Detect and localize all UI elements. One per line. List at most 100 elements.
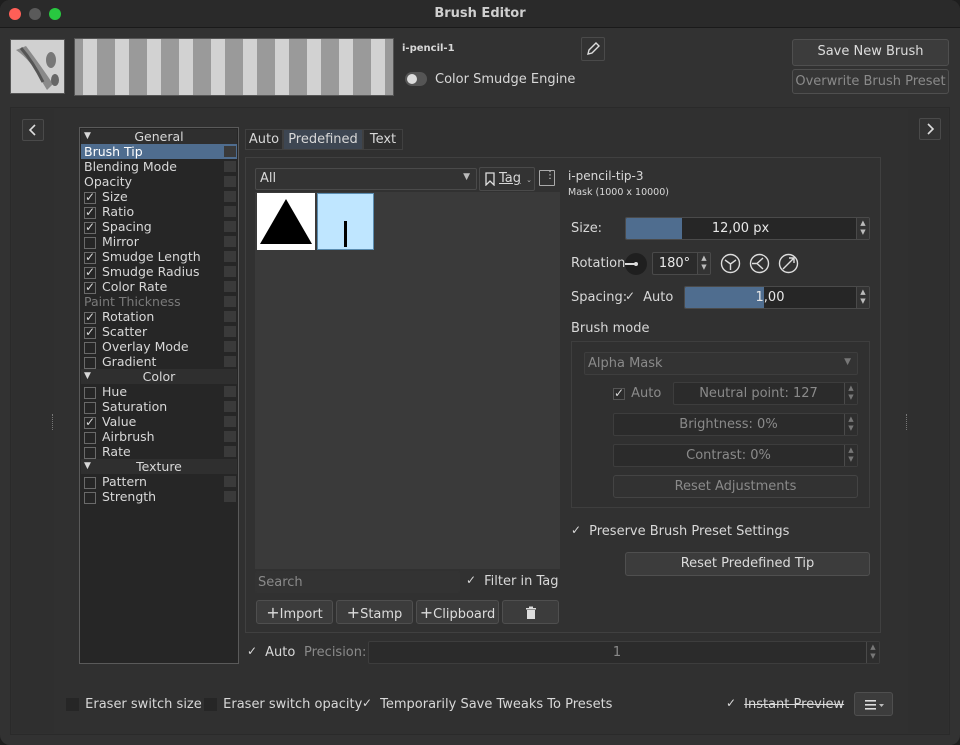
size-slider[interactable]: 12,00 px ▲ ▼: [625, 217, 870, 240]
options-item-checkbox[interactable]: [84, 250, 96, 265]
lock-option-icon[interactable]: [224, 191, 236, 202]
options-item[interactable]: Color Rate: [81, 279, 237, 295]
lock-option-icon[interactable]: [224, 416, 236, 427]
flip-x-button[interactable]: [720, 253, 741, 274]
instant-preview-checkbox[interactable]: Instant Preview: [726, 696, 844, 713]
options-item-checkbox[interactable]: [84, 310, 96, 325]
neutral-point-slider[interactable]: Neutral point: 127 ▲ ▼: [673, 382, 858, 405]
lock-option-icon[interactable]: [224, 491, 236, 502]
options-item[interactable]: Rotation: [81, 309, 237, 325]
options-item-checkbox[interactable]: [84, 356, 96, 369]
right-splitter-handle[interactable]: [906, 414, 909, 430]
options-item[interactable]: Spacing: [81, 219, 237, 235]
options-item-checkbox[interactable]: [84, 220, 96, 235]
left-splitter-handle[interactable]: [52, 414, 55, 430]
tip-search-input[interactable]: Search: [255, 571, 460, 593]
options-item-checkbox[interactable]: [84, 431, 96, 444]
lock-option-icon[interactable]: [224, 341, 236, 352]
tag-filter-select[interactable]: All ▼: [255, 168, 477, 190]
lock-option-icon[interactable]: [224, 296, 236, 307]
contrast-spin-arrows[interactable]: ▲ ▼: [844, 445, 857, 466]
info-toggle-button[interactable]: ⋮: [539, 170, 555, 186]
collapse-left-button[interactable]: [22, 119, 44, 141]
lock-option-icon[interactable]: [224, 176, 236, 187]
lock-option-icon[interactable]: [224, 386, 236, 397]
lock-option-icon[interactable]: [224, 356, 236, 367]
brush-options-list[interactable]: ▼ GeneralBrush TipBlending ModeOpacitySiz…: [79, 127, 239, 664]
options-item[interactable]: Scatter: [81, 324, 237, 340]
lock-option-icon[interactable]: [224, 476, 236, 487]
options-item[interactable]: Blending Mode: [81, 159, 237, 174]
lock-option-icon[interactable]: [224, 266, 236, 277]
options-item[interactable]: Ratio: [81, 204, 237, 220]
precision-auto-checkbox[interactable]: Auto: [247, 644, 295, 661]
options-item-checkbox[interactable]: [84, 386, 96, 399]
stamp-tip-button[interactable]: +Stamp: [336, 600, 413, 624]
clipboard-tip-button[interactable]: +Clipboard: [416, 600, 499, 624]
options-item[interactable]: Overlay Mode: [81, 339, 237, 354]
options-item[interactable]: Hue: [81, 384, 237, 399]
options-item[interactable]: Size: [81, 189, 237, 205]
lock-option-icon[interactable]: [224, 236, 236, 247]
lock-option-icon[interactable]: [224, 431, 236, 442]
options-item-checkbox[interactable]: [84, 190, 96, 205]
spacing-slider[interactable]: 1,00 ▲ ▼: [684, 286, 870, 309]
options-item[interactable]: Airbrush: [81, 429, 237, 444]
options-item[interactable]: Pattern: [81, 474, 237, 489]
precision-spin-arrows[interactable]: ▲ ▼: [866, 642, 879, 663]
options-item[interactable]: Smudge Radius: [81, 264, 237, 280]
brush-mode-select[interactable]: Alpha Mask ▼: [584, 352, 858, 375]
options-item[interactable]: Rate: [81, 444, 237, 459]
tip-item-triangle[interactable]: [257, 193, 315, 250]
neutral-auto-checkbox[interactable]: Auto: [613, 386, 661, 401]
brightness-slider[interactable]: Brightness: 0% ▲ ▼: [613, 413, 858, 436]
lock-option-icon[interactable]: [224, 251, 236, 262]
collapse-triangle-icon[interactable]: ▼: [84, 129, 91, 144]
tab-predefined[interactable]: Predefined: [283, 129, 363, 150]
tip-item-pencil[interactable]: [317, 193, 374, 250]
rotate-diagonal-button[interactable]: [778, 253, 799, 274]
options-item-checkbox[interactable]: [84, 325, 96, 340]
options-item-checkbox[interactable]: [84, 265, 96, 280]
preserve-settings-checkbox[interactable]: Preserve Brush Preset Settings: [571, 523, 789, 540]
flip-y-button[interactable]: [749, 253, 770, 274]
options-menu-button[interactable]: [854, 692, 893, 716]
rotation-spin-arrows[interactable]: ▲ ▼: [697, 253, 710, 274]
options-section-header[interactable]: ▼ Texture: [81, 459, 237, 474]
lock-option-icon[interactable]: [224, 311, 236, 322]
eraser-opacity-checkbox[interactable]: Eraser switch opacity: [204, 697, 362, 712]
options-item[interactable]: Saturation: [81, 399, 237, 414]
options-item[interactable]: Brush Tip: [81, 144, 237, 159]
contrast-slider[interactable]: Contrast: 0% ▲ ▼: [613, 444, 858, 467]
collapse-right-button[interactable]: [919, 118, 941, 140]
size-spin-arrows[interactable]: ▲ ▼: [856, 218, 869, 239]
spacing-auto-checkbox[interactable]: Auto: [625, 289, 673, 306]
options-item-checkbox[interactable]: [84, 476, 96, 489]
save-new-preset-button[interactable]: Save New Brush Preset...: [792, 39, 949, 83]
precision-slider[interactable]: 1 ▲ ▼: [368, 641, 880, 664]
options-section-header[interactable]: ▼ Color: [81, 369, 237, 384]
options-item[interactable]: Value: [81, 414, 237, 430]
lock-option-icon[interactable]: [224, 206, 236, 217]
lock-option-icon[interactable]: [224, 326, 236, 337]
options-item-checkbox[interactable]: [84, 446, 96, 459]
import-tip-button[interactable]: +Import: [256, 600, 333, 624]
options-item[interactable]: Paint Thickness: [81, 294, 237, 309]
filter-in-tag-checkbox[interactable]: Filter in Tag: [466, 573, 558, 590]
lock-option-icon[interactable]: [224, 446, 236, 457]
neutral-spin-arrows[interactable]: ▲ ▼: [844, 383, 857, 404]
reset-adjustments-button[interactable]: Reset Adjustments: [613, 475, 858, 498]
options-item[interactable]: Mirror: [81, 234, 237, 249]
lock-option-icon[interactable]: [224, 161, 236, 172]
tag-button[interactable]: Tag ⌄: [479, 167, 535, 191]
temp-save-checkbox[interactable]: Temporarily Save Tweaks To Presets: [362, 696, 612, 713]
options-item-checkbox[interactable]: [84, 401, 96, 414]
spacing-spin-arrows[interactable]: ▲ ▼: [856, 287, 869, 308]
lock-option-icon[interactable]: [224, 401, 236, 412]
overwrite-preset-button[interactable]: Overwrite Brush Preset: [792, 69, 949, 94]
options-item[interactable]: Gradient: [81, 354, 237, 369]
options-item-checkbox[interactable]: [84, 205, 96, 220]
engine-toggle[interactable]: [405, 72, 427, 86]
rename-preset-button[interactable]: [581, 37, 605, 61]
options-section-header[interactable]: ▼ General: [81, 129, 237, 144]
